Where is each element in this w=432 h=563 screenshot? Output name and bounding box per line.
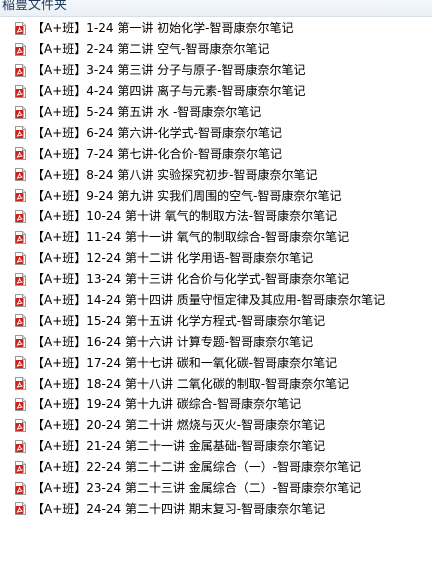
pdf-file-icon [15,230,26,244]
pdf-file-icon [15,293,26,307]
pdf-file-icon [15,189,26,203]
pdf-file-icon [15,460,26,474]
file-row[interactable]: 【A+班】21-24 第二十一讲 金属基础-智哥康奈尔笔记 [0,436,432,457]
file-name: 【A+班】14-24 第十四讲 质量守恒定律及其应用-智哥康奈尔笔记 [32,293,386,308]
pdf-file-icon [15,63,26,77]
file-name: 【A+班】17-24 第十七讲 碳和一氧化碳-智哥康奈尔笔记 [32,355,338,370]
file-row[interactable]: 【A+班】13-24 第十三讲 化合价与化学式-智哥康奈尔笔记 [0,269,432,290]
file-name: 【A+班】16-24 第十六讲 计算专题-智哥康奈尔笔记 [32,334,314,349]
file-row[interactable]: 【A+班】8-24 第八讲 实验探究初步-智哥康奈尔笔记 [0,164,432,185]
file-name: 【A+班】6-24 第六讲-化学式-智哥康奈尔笔记 [32,125,282,140]
pdf-file-icon [15,335,26,349]
file-row[interactable]: 【A+班】16-24 第十六讲 计算专题-智哥康奈尔笔记 [0,331,432,352]
pdf-file-icon [15,481,26,495]
file-name: 【A+班】8-24 第八讲 实验探究初步-智哥康奈尔笔记 [32,167,318,182]
folder-title: 稲豊文件夹 [2,0,68,13]
file-name: 【A+班】23-24 第二十三讲 金属综合（二）-智哥康奈尔笔记 [32,481,362,496]
file-row[interactable]: 【A+班】9-24 第九讲 实我们周围的空气-智哥康奈尔笔记 [0,185,432,206]
pdf-file-icon [15,126,26,140]
file-name: 【A+班】7-24 第七讲-化合价-智哥康奈尔笔记 [32,146,282,161]
file-row[interactable]: 【A+班】15-24 第十五讲 化学方程式-智哥康奈尔笔记 [0,310,432,331]
file-list: 【A+班】1-24 第一讲 初始化学-智哥康奈尔笔记 【A+班】2-24 第二讲… [0,18,432,519]
file-row[interactable]: 【A+班】5-24 第五讲 水 -智哥康奈尔笔记 [0,102,432,123]
folder-header: 稲豊文件夹 [0,0,432,17]
file-row[interactable]: 【A+班】14-24 第十四讲 质量守恒定律及其应用-智哥康奈尔笔记 [0,290,432,311]
file-row[interactable]: 【A+班】10-24 第十讲 氧气的制取方法-智哥康奈尔笔记 [0,206,432,227]
pdf-file-icon [15,84,26,98]
pdf-file-icon [15,209,26,223]
file-name: 【A+班】3-24 第三讲 分子与原子-智哥康奈尔笔记 [32,63,306,78]
file-name: 【A+班】2-24 第二讲 空气-智哥康奈尔笔记 [32,42,270,57]
file-row[interactable]: 【A+班】11-24 第十一讲 氧气的制取综合-智哥康奈尔笔记 [0,227,432,248]
file-name: 【A+班】5-24 第五讲 水 -智哥康奈尔笔记 [32,105,262,119]
file-row[interactable]: 【A+班】3-24 第三讲 分子与原子-智哥康奈尔笔记 [0,60,432,81]
file-name: 【A+班】11-24 第十一讲 氧气的制取综合-智哥康奈尔笔记 [32,230,350,245]
file-row[interactable]: 【A+班】18-24 第十八讲 二氧化碳的制取-智哥康奈尔笔记 [0,373,432,394]
file-name: 【A+班】10-24 第十讲 氧气的制取方法-智哥康奈尔笔记 [32,209,338,224]
pdf-file-icon [15,147,26,161]
file-name: 【A+班】18-24 第十八讲 二氧化碳的制取-智哥康奈尔笔记 [32,376,350,391]
file-name: 【A+班】4-24 第四讲 离子与元素-智哥康奈尔笔记 [32,84,306,99]
file-row[interactable]: 【A+班】12-24 第十二讲 化学用语-智哥康奈尔笔记 [0,248,432,269]
file-name: 【A+班】1-24 第一讲 初始化学-智哥康奈尔笔记 [32,21,294,36]
file-name: 【A+班】13-24 第十三讲 化合价与化学式-智哥康奈尔笔记 [32,272,350,287]
file-row[interactable]: 【A+班】2-24 第二讲 空气-智哥康奈尔笔记 [0,39,432,60]
file-name: 【A+班】12-24 第十二讲 化学用语-智哥康奈尔笔记 [32,251,314,266]
file-row[interactable]: 【A+班】17-24 第十七讲 碳和一氧化碳-智哥康奈尔笔记 [0,352,432,373]
pdf-file-icon [15,356,26,370]
file-name: 【A+班】9-24 第九讲 实我们周围的空气-智哥康奈尔笔记 [32,188,342,203]
file-row[interactable]: 【A+班】24-24 第二十四讲 期末复习-智哥康奈尔笔记 [0,498,432,519]
file-name: 【A+班】19-24 第十九讲 碳综合-智哥康奈尔笔记 [32,397,302,412]
file-row[interactable]: 【A+班】23-24 第二十三讲 金属综合（二）-智哥康奈尔笔记 [0,478,432,499]
pdf-file-icon [15,502,26,516]
file-row[interactable]: 【A+班】4-24 第四讲 离子与元素-智哥康奈尔笔记 [0,81,432,102]
pdf-file-icon [15,21,26,35]
pdf-file-icon [15,314,26,328]
pdf-file-icon [15,42,26,56]
file-name: 【A+班】20-24 第二十讲 燃烧与灭火-智哥康奈尔笔记 [32,418,326,433]
file-name: 【A+班】21-24 第二十一讲 金属基础-智哥康奈尔笔记 [32,439,326,454]
pdf-file-icon [15,272,26,286]
file-name: 【A+班】24-24 第二十四讲 期末复习-智哥康奈尔笔记 [32,501,326,516]
file-row[interactable]: 【A+班】20-24 第二十讲 燃烧与灭火-智哥康奈尔笔记 [0,415,432,436]
pdf-file-icon [15,168,26,182]
file-row[interactable]: 【A+班】22-24 第二十二讲 金属综合（一）-智哥康奈尔笔记 [0,457,432,478]
file-explorer-window: 稲豊文件夹 【A+班】1-24 第一讲 初始化学-智哥康奈尔笔记 【A+班】2-… [0,0,432,563]
pdf-file-icon [15,105,26,119]
pdf-file-icon [15,251,26,265]
file-name: 【A+班】22-24 第二十二讲 金属综合（一）-智哥康奈尔笔记 [32,460,362,475]
file-row[interactable]: 【A+班】6-24 第六讲-化学式-智哥康奈尔笔记 [0,122,432,143]
file-row[interactable]: 【A+班】19-24 第十九讲 碳综合-智哥康奈尔笔记 [0,394,432,415]
file-name: 【A+班】15-24 第十五讲 化学方程式-智哥康奈尔笔记 [32,313,326,328]
pdf-file-icon [15,439,26,453]
pdf-file-icon [15,418,26,432]
file-row[interactable]: 【A+班】7-24 第七讲-化合价-智哥康奈尔笔记 [0,143,432,164]
file-row[interactable]: 【A+班】1-24 第一讲 初始化学-智哥康奈尔笔记 [0,18,432,39]
pdf-file-icon [15,397,26,411]
pdf-file-icon [15,377,26,391]
